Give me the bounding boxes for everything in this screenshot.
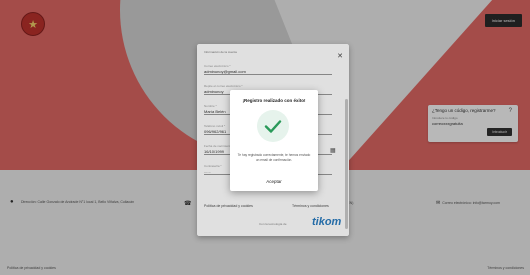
success-modal: ¡Registro realizado con éxito! Te hay re… <box>230 90 318 191</box>
success-check-icon <box>257 110 289 142</box>
page: ★ Iniciar sesión ¿Tengo un código, regis… <box>0 0 530 275</box>
accept-button[interactable]: Aceptar <box>230 179 318 184</box>
success-message: Te hay registrado correctamente, te hemo… <box>237 153 311 162</box>
success-title: ¡Registro realizado con éxito! <box>242 98 306 103</box>
